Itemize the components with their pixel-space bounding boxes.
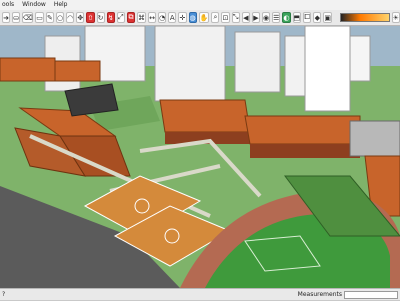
text-icon[interactable]: A bbox=[168, 12, 177, 23]
zoom-icon[interactable]: ⌕ bbox=[211, 12, 220, 23]
rectangle-icon[interactable]: ▭ bbox=[35, 12, 44, 23]
model-viewport[interactable] bbox=[0, 26, 400, 288]
campus-3d-model bbox=[0, 26, 400, 288]
menu-bar: ools Window Help bbox=[0, 0, 400, 10]
pan-icon[interactable]: ✋ bbox=[198, 12, 210, 23]
tape-measure-icon[interactable]: ⌘ bbox=[137, 12, 146, 23]
menu-window[interactable]: Window bbox=[22, 0, 46, 10]
section-plane-icon[interactable]: ⬒ bbox=[292, 12, 302, 23]
scale-icon[interactable]: ⤢ bbox=[116, 12, 125, 23]
look-around-icon[interactable]: ◐ bbox=[282, 12, 291, 23]
protractor-icon[interactable]: ◔ bbox=[158, 12, 167, 23]
eraser-icon[interactable]: ⌫ bbox=[22, 12, 34, 23]
components-icon[interactable]: ⧠ bbox=[303, 12, 312, 23]
styles-icon[interactable]: ▣ bbox=[323, 12, 332, 23]
gray-building-right bbox=[349, 120, 400, 157]
status-bar: ? Measurements bbox=[0, 288, 400, 300]
shadow-time-slider[interactable] bbox=[340, 13, 390, 22]
select-icon[interactable]: ➜ bbox=[2, 12, 11, 23]
zoom-extents-icon[interactable]: ⤡ bbox=[231, 12, 240, 23]
orbit-icon[interactable]: ◍ bbox=[188, 12, 197, 23]
move-icon[interactable]: ✥ bbox=[76, 12, 85, 23]
position-camera-icon[interactable]: ◉ bbox=[261, 12, 271, 23]
measurements-label: Measurements bbox=[297, 291, 342, 298]
menu-help[interactable]: Help bbox=[54, 0, 68, 10]
dimension-icon[interactable]: ↔ bbox=[148, 12, 157, 23]
arc-icon[interactable]: ◠ bbox=[66, 12, 75, 23]
paint-bucket-icon[interactable]: ⛀ bbox=[12, 12, 21, 23]
walk-icon[interactable]: ☰ bbox=[272, 12, 281, 23]
next-view-icon[interactable]: ▶ bbox=[251, 12, 260, 23]
materials-icon[interactable]: ◆ bbox=[313, 12, 322, 23]
offset-icon[interactable]: ⧉ bbox=[126, 12, 135, 23]
measurements-input[interactable] bbox=[344, 291, 398, 299]
status-help-icon[interactable]: ? bbox=[2, 289, 5, 301]
rotate-icon[interactable]: ↻ bbox=[96, 12, 105, 23]
circle-icon[interactable]: ○ bbox=[56, 12, 65, 23]
shadow-settings-icon[interactable]: ☀ bbox=[391, 12, 400, 23]
pencil-icon[interactable]: ✎ bbox=[45, 12, 54, 23]
push-pull-icon[interactable]: ⇧ bbox=[86, 12, 95, 23]
menu-tools[interactable]: ools bbox=[2, 0, 14, 10]
follow-me-icon[interactable]: ↯ bbox=[106, 12, 115, 23]
previous-view-icon[interactable]: ◀ bbox=[241, 12, 250, 23]
main-toolbar: ➜ ⛀ ⌫ ▭ ✎ ○ ◠ ✥ ⇧ ↻ ↯ ⤢ ⧉ ⌘ ↔ ◔ A ✛ ◍ ✋ … bbox=[0, 10, 400, 26]
axes-icon[interactable]: ✛ bbox=[178, 12, 187, 23]
zoom-window-icon[interactable]: ⊡ bbox=[221, 12, 230, 23]
